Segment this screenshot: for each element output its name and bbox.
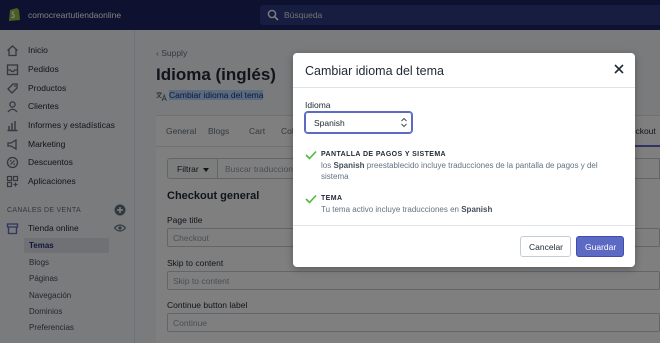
close-icon[interactable] bbox=[613, 63, 625, 75]
modal-title: Cambiar idioma del tema bbox=[305, 64, 444, 78]
select-arrows-icon bbox=[401, 117, 407, 128]
language-value: Spanish bbox=[314, 118, 345, 128]
language-label: Idioma bbox=[305, 100, 331, 110]
feature-title: PANTALLA DE PAGOS Y SISTEMA bbox=[321, 151, 447, 158]
check-icon bbox=[305, 150, 317, 160]
save-button[interactable]: Guardar bbox=[576, 236, 624, 257]
language-select[interactable]: Spanish bbox=[305, 112, 412, 133]
cancel-label: Cancelar bbox=[529, 242, 564, 252]
modal-divider bbox=[293, 225, 635, 226]
save-label: Guardar bbox=[585, 242, 617, 252]
check-icon bbox=[305, 194, 317, 204]
feature-description: Tu tema activo incluye traducciones en S… bbox=[321, 205, 493, 214]
change-language-modal: Cambiar idioma del tema Idioma Spanish P… bbox=[293, 53, 635, 267]
feature-title: TEMA bbox=[321, 195, 343, 202]
cancel-button[interactable]: Cancelar bbox=[520, 236, 571, 257]
modal-divider bbox=[293, 87, 635, 88]
feature-description: los Spanish preestablecido incluye tradu… bbox=[321, 161, 598, 181]
